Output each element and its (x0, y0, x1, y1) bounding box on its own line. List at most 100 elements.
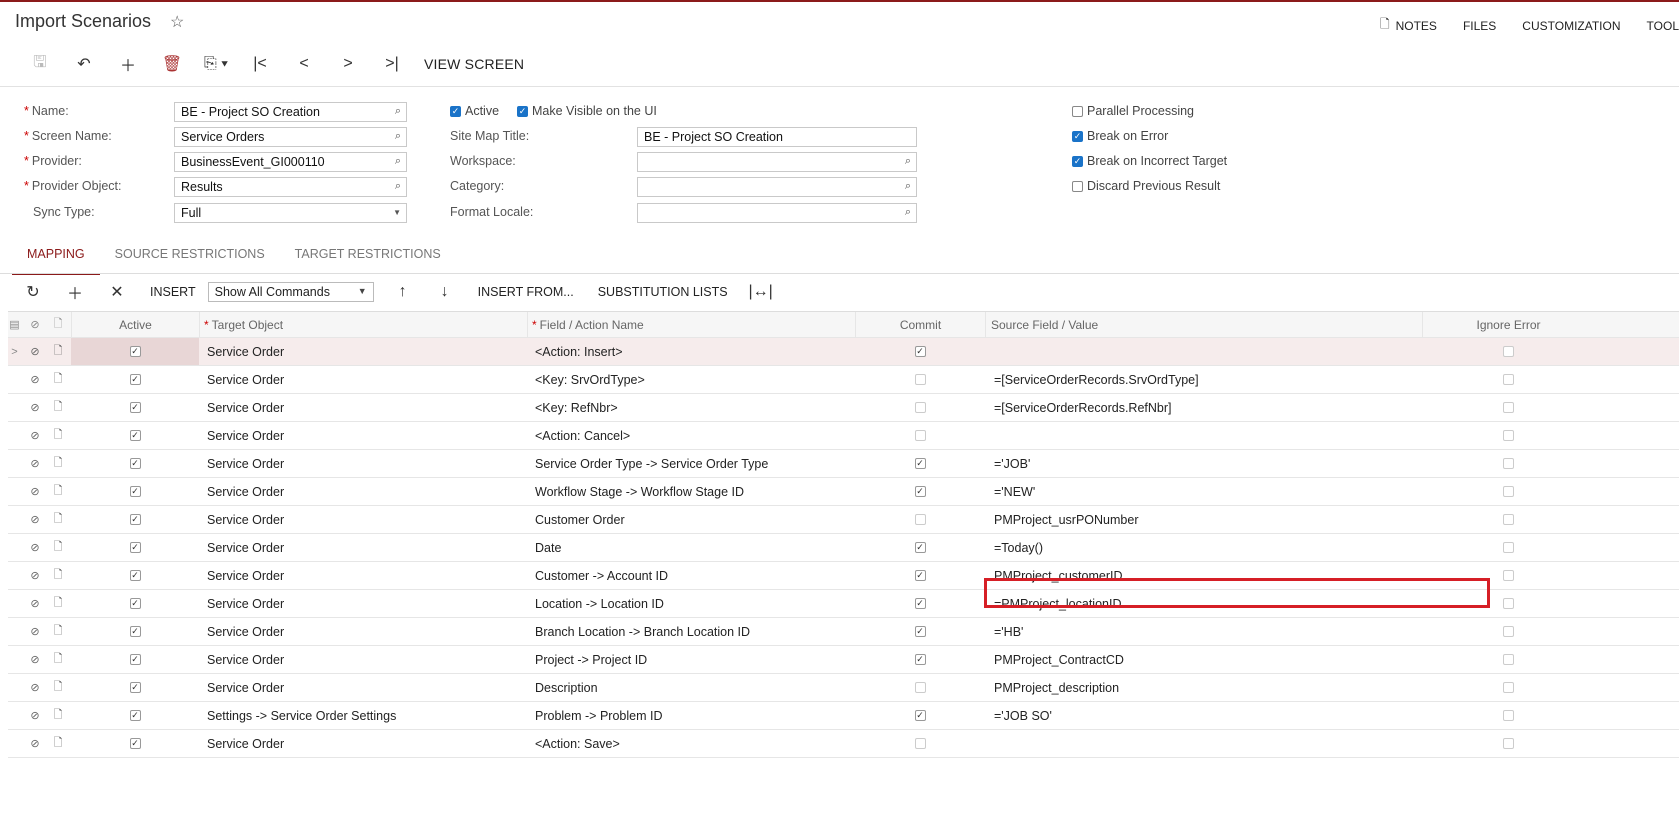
field-action-cell[interactable]: Workflow Stage -> Workflow Stage ID (527, 478, 855, 505)
field-action-cell[interactable]: Branch Location -> Branch Location ID (527, 618, 855, 645)
note-icon[interactable]: 🗋 (48, 478, 68, 505)
previous-record-icon[interactable]: < (282, 50, 326, 78)
field-action-cell[interactable]: Problem -> Problem ID (527, 702, 855, 729)
site-map-title-field[interactable]: BE - Project SO Creation (637, 127, 917, 147)
attachment-icon[interactable]: ⊘ (25, 338, 45, 365)
source-field-cell[interactable]: =[ServiceOrderRecords.RefNbr] (985, 394, 1422, 421)
attachment-icon[interactable]: ⊘ (25, 534, 45, 561)
field-action-cell[interactable]: Customer -> Account ID (527, 562, 855, 589)
name-field[interactable]: BE - Project SO Creation ⌕ (174, 102, 407, 122)
note-icon[interactable]: 🗋 (48, 674, 68, 701)
ignore-error-cell[interactable] (1422, 702, 1594, 729)
source-field-cell[interactable] (985, 730, 1422, 757)
provider-object-field[interactable]: Results ⌕ (174, 177, 407, 197)
active-cell[interactable]: ✓ (71, 478, 199, 505)
target-object-cell[interactable]: Service Order (199, 394, 527, 421)
note-icon[interactable]: 🗋 (48, 534, 68, 561)
screen-name-field[interactable]: Service Orders ⌕ (174, 127, 407, 147)
target-object-cell[interactable]: Service Order (199, 618, 527, 645)
commit-cell[interactable]: ✓ (855, 562, 985, 589)
commit-cell[interactable]: ✓ (855, 590, 985, 617)
attachment-icon[interactable]: ⊘ (25, 450, 45, 477)
tools-link[interactable]: TOOL (1647, 15, 1679, 36)
target-object-column-header[interactable]: * Target Object (199, 312, 527, 337)
source-field-cell[interactable]: PMProject_ContractCD (985, 646, 1422, 673)
attachment-icon[interactable]: ⊘ (25, 478, 45, 505)
table-row[interactable]: ⊘ 🗋 ✓ Settings -> Service Order Settings Pro… (8, 702, 1679, 730)
sync-type-select[interactable]: Full ▼ (174, 203, 407, 223)
favorite-star-icon[interactable]: ☆ (170, 12, 184, 32)
field-action-cell[interactable]: Date (527, 534, 855, 561)
parallel-processing-checkbox[interactable]: Parallel Processing (1072, 104, 1194, 118)
commit-cell[interactable]: ✓ (855, 534, 985, 561)
ignore-error-cell[interactable] (1422, 534, 1594, 561)
commit-cell[interactable]: ✓ (855, 478, 985, 505)
discard-previous-result-checkbox[interactable]: Discard Previous Result (1072, 179, 1220, 193)
commit-cell[interactable]: ✓ (855, 618, 985, 645)
attachment-icon[interactable]: ⊘ (25, 422, 45, 449)
active-cell[interactable]: ✓ (71, 534, 199, 561)
ignore-error-cell[interactable] (1422, 478, 1594, 505)
active-cell[interactable]: ✓ (71, 450, 199, 477)
ignore-error-cell[interactable] (1422, 366, 1594, 393)
target-object-cell[interactable]: Service Order (199, 590, 527, 617)
note-icon[interactable]: 🗋 (48, 730, 68, 757)
target-object-cell[interactable]: Service Order (199, 730, 527, 757)
row-selector-icon[interactable] (8, 646, 21, 673)
table-row[interactable]: ⊘ 🗋 ✓ Service Order Customer Order PMProject_… (8, 506, 1679, 534)
attachment-icon[interactable]: ⊘ (25, 618, 45, 645)
field-action-cell[interactable]: Customer Order (527, 506, 855, 533)
attachment-icon[interactable]: ⊘ (25, 674, 45, 701)
category-field[interactable]: ⌕ (637, 177, 917, 197)
insert-from-button[interactable]: INSERT FROM... (478, 285, 574, 299)
target-object-cell[interactable]: Service Order (199, 422, 527, 449)
target-object-cell[interactable]: Service Order (199, 646, 527, 673)
field-action-cell[interactable]: Service Order Type -> Service Order Type (527, 450, 855, 477)
row-selector-icon[interactable] (8, 422, 21, 449)
field-action-column-header[interactable]: * Field / Action Name (527, 312, 855, 337)
last-record-icon[interactable]: >| (370, 50, 414, 78)
ignore-error-cell[interactable] (1422, 394, 1594, 421)
ignore-error-cell[interactable] (1422, 730, 1594, 757)
field-action-cell[interactable]: Project -> Project ID (527, 646, 855, 673)
substitution-lists-button[interactable]: SUBSTITUTION LISTS (598, 285, 728, 299)
attachment-icon[interactable]: ⊘ (25, 730, 45, 757)
insert-button[interactable]: INSERT (150, 285, 196, 299)
commit-cell[interactable] (855, 366, 985, 393)
tab-mapping[interactable]: MAPPING (12, 243, 100, 275)
target-object-cell[interactable]: Service Order (199, 674, 527, 701)
commit-cell[interactable] (855, 506, 985, 533)
note-icon[interactable]: 🗋 (48, 422, 68, 449)
commit-cell[interactable] (855, 422, 985, 449)
attachment-icon[interactable]: ⊘ (25, 590, 45, 617)
break-on-error-checkbox[interactable]: ✓ Break on Error (1072, 129, 1168, 143)
ignore-error-cell[interactable] (1422, 450, 1594, 477)
row-selector-icon[interactable] (8, 590, 21, 617)
field-action-cell[interactable]: Location -> Location ID (527, 590, 855, 617)
visible-on-ui-checkbox[interactable]: ✓ Make Visible on the UI (517, 104, 657, 118)
field-action-cell[interactable]: <Action: Insert> (527, 338, 855, 365)
row-settings-icon[interactable]: ▤ (8, 312, 21, 337)
source-field-cell[interactable]: ='JOB SO' (985, 702, 1422, 729)
note-icon[interactable]: 🗋 (48, 506, 68, 533)
ignore-error-cell[interactable] (1422, 618, 1594, 645)
active-cell[interactable]: ✓ (71, 702, 199, 729)
note-icon[interactable]: 🗋 (48, 618, 68, 645)
ignore-error-column-header[interactable]: Ignore Error (1422, 312, 1594, 337)
source-field-cell[interactable] (985, 338, 1422, 365)
fit-columns-icon[interactable]: |↔| (740, 281, 782, 303)
customization-link[interactable]: CUSTOMIZATION (1522, 15, 1620, 36)
add-row-icon[interactable]: ＋ (54, 281, 96, 303)
row-selector-icon[interactable] (8, 478, 21, 505)
target-object-cell[interactable]: Service Order (199, 478, 527, 505)
active-cell[interactable]: ✓ (71, 618, 199, 645)
field-action-cell[interactable]: Description (527, 674, 855, 701)
commit-column-header[interactable]: Commit (855, 312, 985, 337)
attachment-icon[interactable]: ⊘ (25, 646, 45, 673)
row-selector-icon[interactable] (8, 618, 21, 645)
table-row[interactable]: ⊘ 🗋 ✓ Service Order Service Order Type -> Se… (8, 450, 1679, 478)
commit-cell[interactable] (855, 674, 985, 701)
row-selector-icon[interactable] (8, 534, 21, 561)
table-row[interactable]: ⊘ 🗋 ✓ Service Order <Action: Save> (8, 730, 1679, 758)
table-row[interactable]: ⊘ 🗋 ✓ Service Order <Action: Cancel> (8, 422, 1679, 450)
